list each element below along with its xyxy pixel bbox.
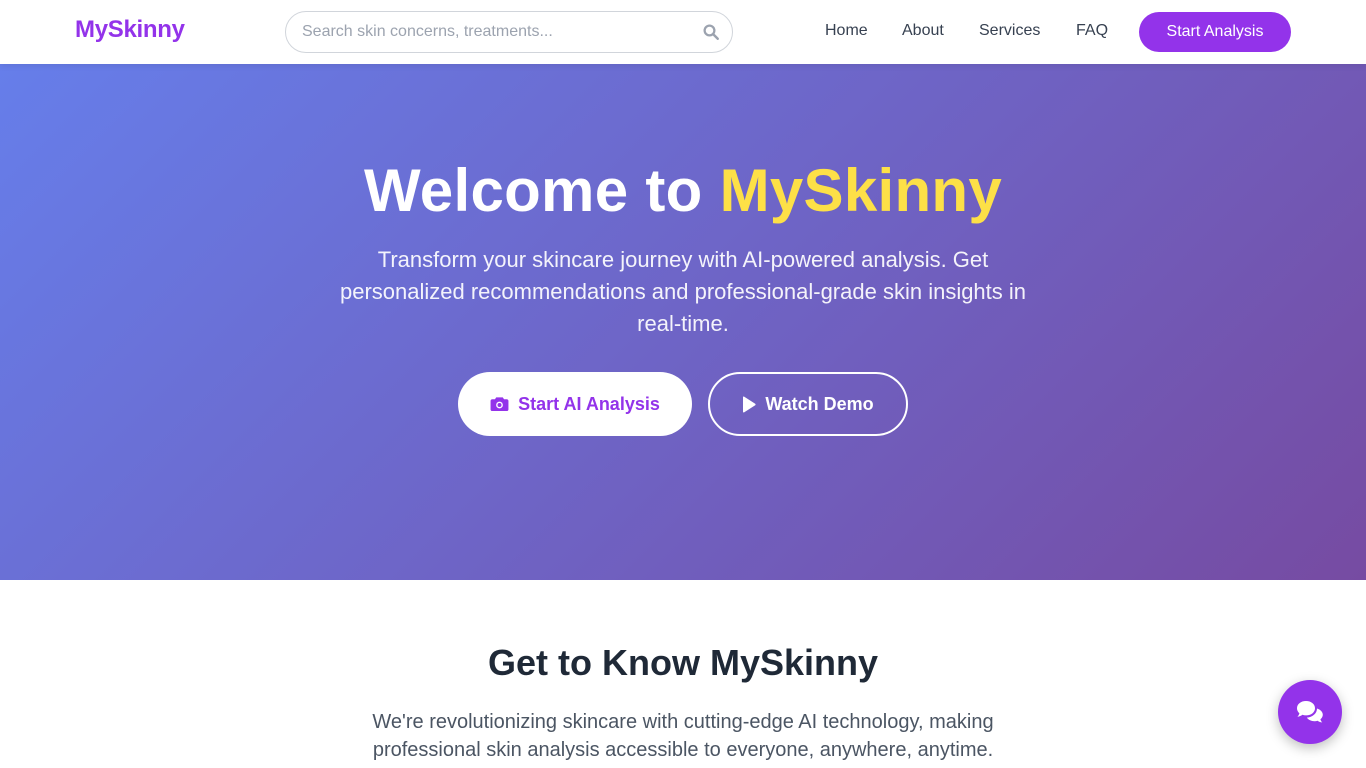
nav-item-home[interactable]: Home <box>825 22 868 40</box>
watch-demo-label: Watch Demo <box>765 393 874 414</box>
search-icon[interactable] <box>702 23 720 41</box>
hero-title-accent: MySkinny <box>719 157 1003 224</box>
search-input[interactable] <box>302 12 692 52</box>
nav-item-services[interactable]: Services <box>979 22 1040 40</box>
watch-demo-button[interactable]: Watch Demo <box>708 372 908 436</box>
play-icon <box>743 395 756 413</box>
hero-subtitle: Transform your skincare journey with AI-… <box>339 247 1027 336</box>
nav-item-faq[interactable]: FAQ <box>1076 22 1108 40</box>
site-header: MySkinny Home About Services FAQ Start A… <box>0 0 1366 64</box>
chat-button[interactable] <box>1278 680 1342 744</box>
chat-bubbles-icon <box>1297 701 1323 723</box>
start-ai-analysis-button[interactable]: Start AI Analysis <box>458 372 692 436</box>
camera-icon <box>490 397 509 412</box>
nav-item-about[interactable]: About <box>902 22 944 40</box>
start-ai-analysis-label: Start AI Analysis <box>518 393 660 414</box>
hero-section: Welcome to MySkinny Transform your skinc… <box>0 64 1366 580</box>
start-analysis-button[interactable]: Start Analysis <box>1139 12 1291 52</box>
about-text: We're revolutionizing skincare with cutt… <box>372 711 994 761</box>
search-bar[interactable] <box>285 11 733 53</box>
hero-title-prefix: Welcome to <box>363 157 720 224</box>
about-title: Get to Know MySkinny <box>487 642 879 683</box>
hero-title: Welcome to MySkinny <box>0 156 1366 225</box>
start-analysis-label: Start Analysis <box>1166 23 1264 40</box>
brand-logo[interactable]: MySkinny <box>75 16 185 44</box>
